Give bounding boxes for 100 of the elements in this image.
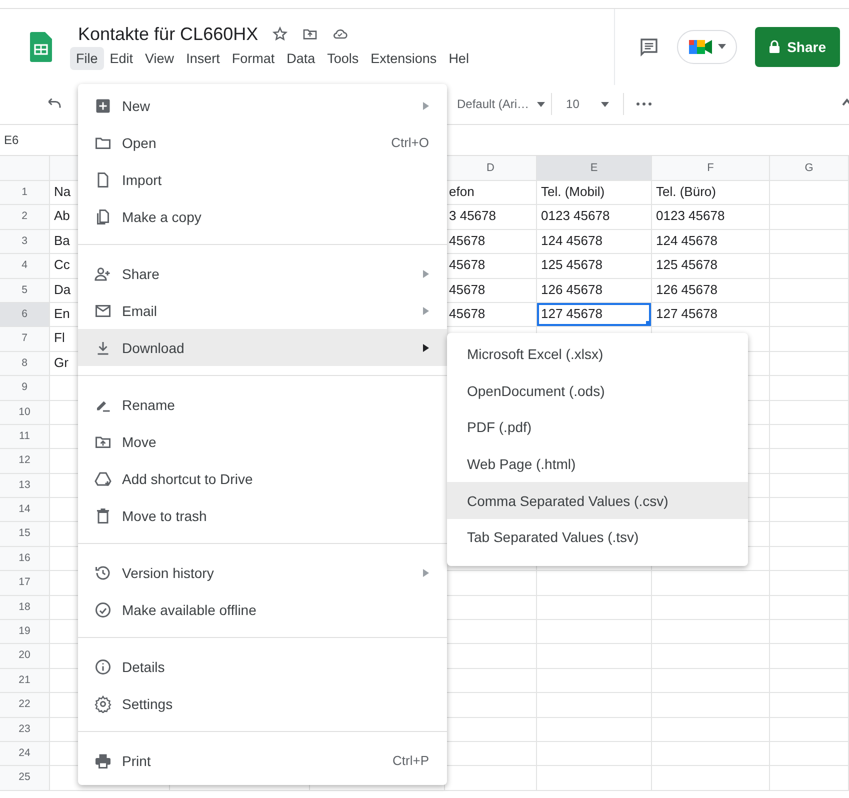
menu-option[interactable]: Move to trash [78, 497, 447, 534]
comment-icon[interactable] [639, 36, 660, 56]
table-cell: 126 45678 [537, 278, 652, 303]
menu-option-label: Details [122, 658, 166, 674]
menu-option-label: Settings [122, 696, 174, 712]
column-header[interactable]: D [445, 156, 537, 181]
menu-option-label: Add shortcut to Drive [122, 470, 254, 486]
row-number[interactable]: 10 [0, 400, 50, 425]
menu-item[interactable]: Format [226, 46, 281, 70]
menu-item[interactable]: Extensions [364, 46, 443, 70]
lock-icon [769, 40, 780, 53]
meet-button[interactable] [677, 30, 738, 64]
row-number[interactable]: 23 [0, 718, 50, 742]
menu-item[interactable]: Data [280, 46, 322, 70]
row-number[interactable]: 19 [0, 620, 50, 644]
sheets-logo-icon [30, 32, 52, 62]
menu-item[interactable]: File [70, 46, 104, 70]
column-header[interactable]: F [652, 156, 770, 181]
shortcut-text: Ctrl+P [392, 753, 429, 768]
menu-option-label: Version history [122, 564, 215, 580]
row-number[interactable]: 5 [0, 278, 50, 303]
row-number[interactable]: 22 [0, 693, 50, 718]
row-number[interactable]: 8 [0, 352, 50, 376]
table-cell: 125 45678 [652, 254, 770, 279]
menu-option-label: Email [122, 302, 158, 318]
menu-item[interactable]: Insert [180, 46, 226, 70]
menu-option[interactable]: Comma Separated Values (.csv) [447, 482, 748, 519]
menu-option[interactable]: Rename [78, 386, 447, 423]
menu-option-label: Move to trash [122, 508, 208, 524]
menu-item[interactable]: View [139, 46, 180, 70]
menu-option[interactable]: PDF (.pdf) [447, 409, 748, 446]
row-number[interactable]: 7 [0, 327, 50, 352]
offline-icon [94, 600, 112, 618]
caret-icon [601, 102, 610, 106]
row-number[interactable]: 12 [0, 449, 50, 474]
more-icon[interactable] [636, 102, 652, 106]
menu-option[interactable]: OpenDocument (.ods) [447, 372, 748, 410]
row-number[interactable]: 14 [0, 498, 50, 522]
row-number[interactable]: 20 [0, 644, 50, 669]
table-cell: 125 45678 [537, 254, 652, 279]
menu-option[interactable]: Microsoft Excel (.xlsx) [447, 336, 748, 373]
table-cell: 0123 45678 [537, 205, 652, 230]
row-number[interactable]: 11 [0, 424, 50, 450]
menu-option[interactable]: New [78, 87, 447, 124]
row-number[interactable]: 4 [0, 254, 50, 279]
printer-icon [94, 752, 112, 770]
menu-option[interactable]: Add shortcut to Drive [78, 460, 447, 497]
menu-option-label: New [122, 98, 152, 114]
row-number[interactable]: 18 [0, 596, 50, 620]
column-header[interactable]: E [537, 156, 652, 181]
table-cell: 127 45678 [652, 302, 770, 328]
menu-option[interactable]: Open Ctrl+O [78, 124, 447, 161]
row-number[interactable]: 15 [0, 522, 50, 547]
document-title[interactable]: Kontakte für CL660HX [78, 24, 258, 44]
row-number[interactable]: 24 [0, 742, 50, 766]
row-number[interactable]: 6 [0, 302, 50, 328]
star-icon[interactable] [272, 26, 288, 42]
menu-option-label: Move [122, 434, 158, 450]
new-sheet-icon [94, 96, 112, 114]
row-number[interactable]: 25 [0, 766, 50, 791]
font-dropdown[interactable]: Default (Ari… [451, 93, 552, 115]
history-icon [94, 564, 112, 582]
row-number[interactable]: 16 [0, 546, 50, 572]
menu-option-label: Share [122, 266, 160, 282]
menu-option[interactable]: Details [78, 648, 447, 685]
menu-option[interactable]: Web Page (.html) [447, 446, 748, 482]
row-number[interactable]: 9 [0, 376, 50, 401]
table-cell: 126 45678 [652, 278, 770, 303]
drive-shortcut-icon [94, 470, 112, 488]
row-number[interactable]: 3 [0, 230, 50, 254]
row-number[interactable]: 13 [0, 474, 50, 498]
person-add-icon [94, 264, 112, 282]
row-number[interactable]: 17 [0, 571, 50, 596]
menu-option-label: Rename [122, 396, 176, 412]
column-header[interactable]: G [770, 156, 849, 181]
share-button[interactable]: Share [755, 26, 840, 66]
table-cell: 127 45678 [537, 302, 652, 328]
table-cell: 0123 45678 [652, 205, 770, 230]
menu-option[interactable]: Settings [78, 685, 447, 722]
menu-option[interactable]: Download [78, 329, 447, 366]
menu-option[interactable]: Version history [78, 554, 447, 591]
copy-icon [94, 208, 112, 226]
caret-icon [718, 44, 726, 49]
menu-option[interactable]: Make available offline [78, 591, 447, 628]
menu-option[interactable]: Tab Separated Values (.tsv) [447, 518, 748, 556]
caret-icon [537, 102, 546, 106]
row-number[interactable]: 21 [0, 668, 50, 694]
name-box[interactable]: E6 [0, 133, 64, 147]
info-icon [94, 658, 112, 676]
row-number[interactable]: 1 [0, 181, 50, 206]
menu-item[interactable]: Tools [321, 46, 365, 70]
menu-option[interactable]: Print Ctrl+P [78, 742, 447, 779]
row-number[interactable]: 2 [0, 205, 50, 230]
font-size-dropdown[interactable]: 10 [552, 93, 624, 115]
menu-item[interactable]: Hel [442, 46, 475, 70]
menu-item[interactable]: Edit [104, 46, 140, 70]
table-cell: Tel. (Mobil) [537, 181, 652, 206]
table-cell: Tel. (Büro) [652, 181, 770, 206]
menu-option[interactable]: Move [78, 423, 447, 460]
chevron-up-icon[interactable] [842, 98, 849, 106]
